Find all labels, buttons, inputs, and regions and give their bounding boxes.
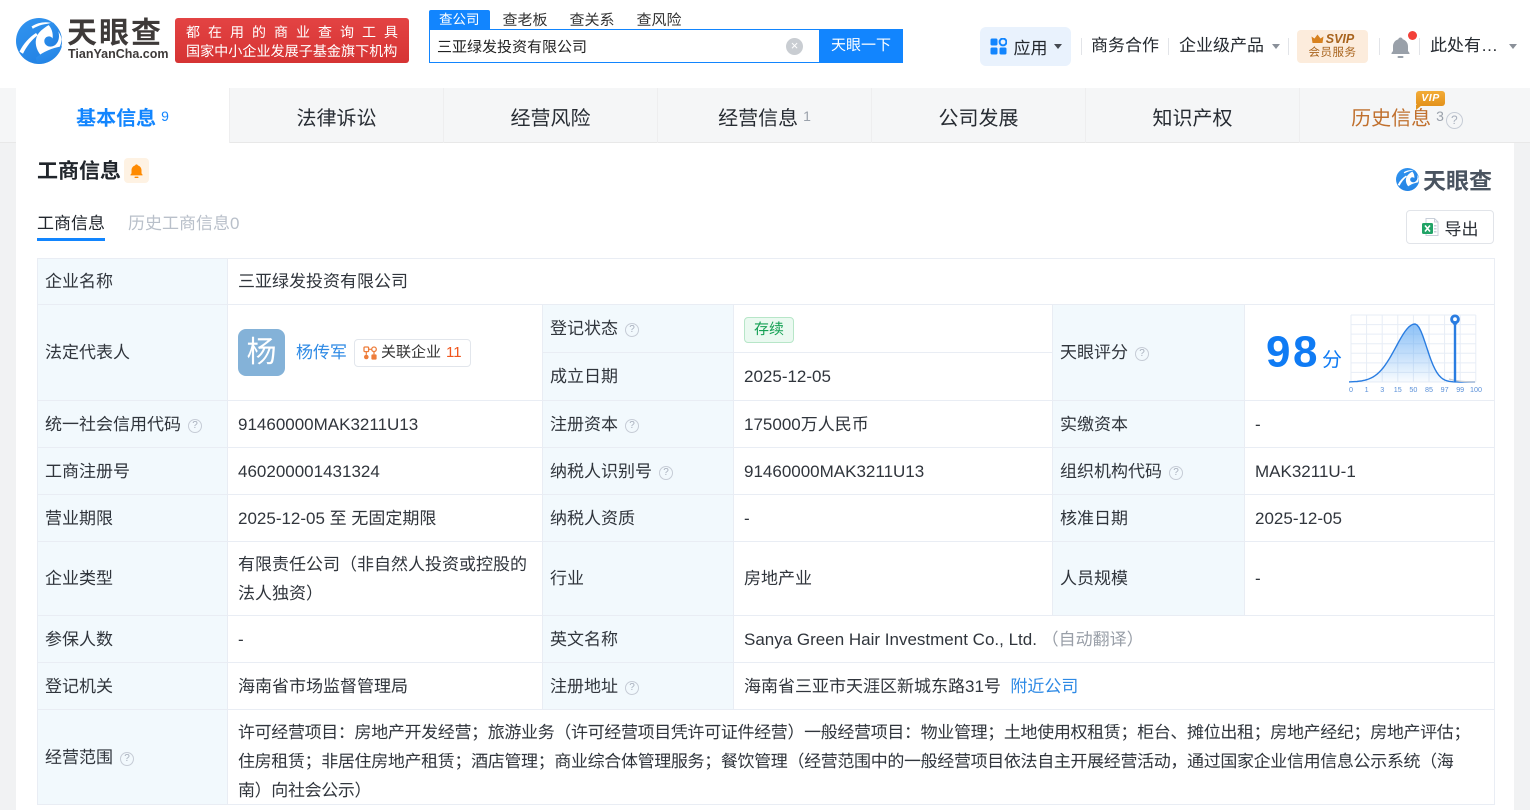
svg-text:99: 99 [1456, 385, 1464, 394]
svg-text:97: 97 [1441, 385, 1449, 394]
svg-text:50: 50 [1409, 385, 1417, 394]
svg-text:0: 0 [1349, 385, 1353, 394]
svg-text:1: 1 [1365, 385, 1369, 394]
svg-text:100: 100 [1470, 385, 1482, 394]
svg-text:85: 85 [1425, 385, 1433, 394]
svg-text:3: 3 [1380, 385, 1384, 394]
svg-text:15: 15 [1394, 385, 1402, 394]
